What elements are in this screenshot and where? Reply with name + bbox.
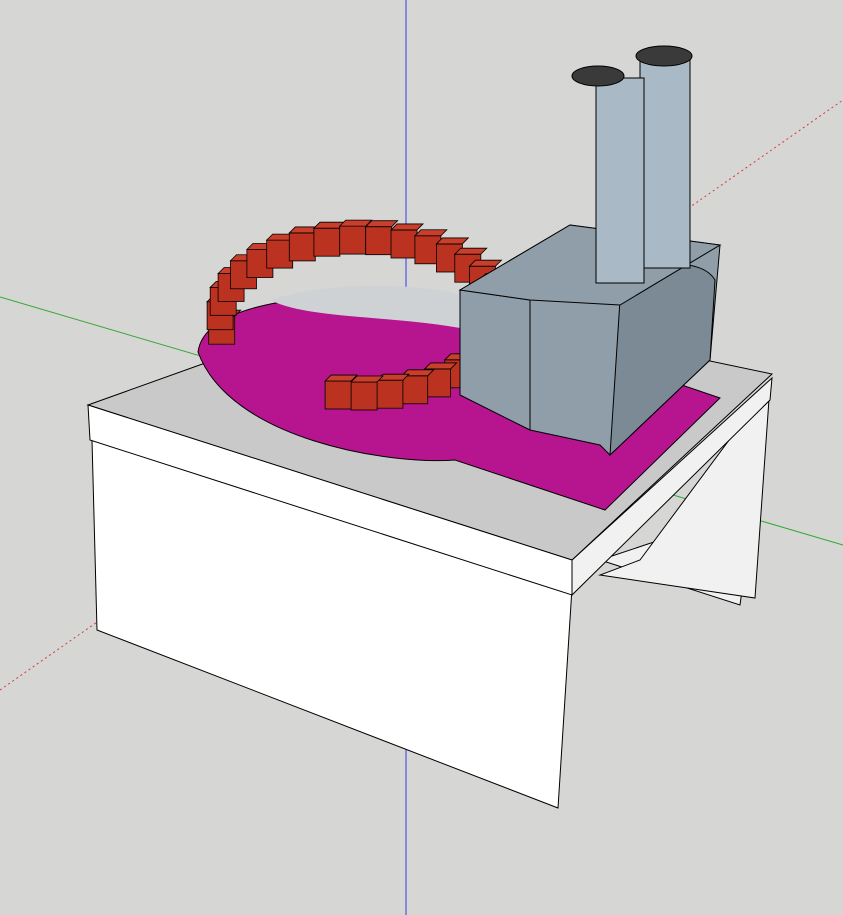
- scene-canvas[interactable]: [0, 0, 843, 915]
- chimney-back: [639, 57, 691, 269]
- chimney-front: [595, 77, 645, 284]
- chimney-cap-front: [571, 65, 625, 87]
- modeling-viewport[interactable]: [0, 0, 843, 915]
- chimney-cap-back: [635, 45, 693, 67]
